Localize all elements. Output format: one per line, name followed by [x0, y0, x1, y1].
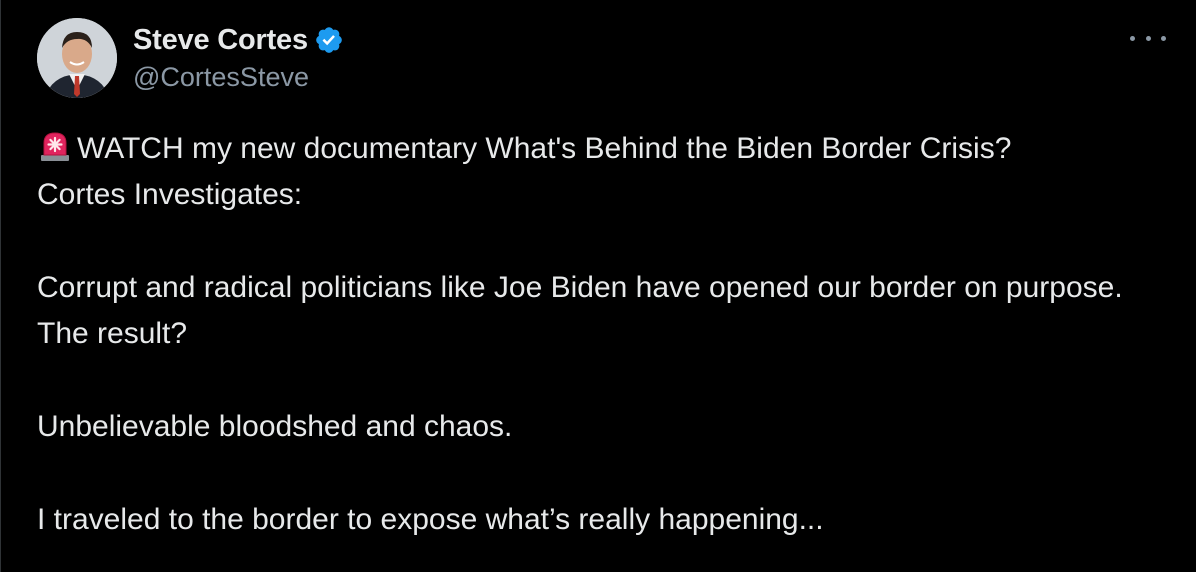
- tweet-line-2: Cortes Investigates:: [37, 178, 303, 211]
- avatar[interactable]: [37, 18, 117, 98]
- tweet-line-1: WATCH my new documentary What's Behind t…: [77, 132, 1012, 165]
- dot: [1145, 35, 1151, 41]
- avatar-image: [37, 18, 117, 98]
- tweet: Steve Cortes @CortesSteve WATCH my new d…: [0, 0, 1196, 572]
- tweet-paragraph-1: WATCH my new documentary What's Behind t…: [37, 126, 1177, 218]
- dot: [1130, 35, 1135, 41]
- dot: [1161, 35, 1166, 41]
- more-options-icon[interactable]: [1130, 24, 1166, 52]
- tweet-paragraph-2: Corrupt and radical politicians like Joe…: [37, 271, 1123, 350]
- verified-badge-icon: [314, 25, 344, 55]
- tweet-paragraph-3: Unbelievable bloodshed and chaos.: [37, 410, 513, 443]
- tweet-paragraph-4: I traveled to the border to expose what’…: [37, 503, 824, 536]
- siren-icon: [37, 127, 73, 163]
- name-row: Steve Cortes: [133, 20, 344, 60]
- display-name[interactable]: Steve Cortes: [133, 24, 308, 57]
- author-block: Steve Cortes @CortesSteve: [133, 20, 344, 93]
- handle[interactable]: @CortesSteve: [133, 62, 344, 93]
- tweet-text: WATCH my new documentary What's Behind t…: [37, 126, 1177, 543]
